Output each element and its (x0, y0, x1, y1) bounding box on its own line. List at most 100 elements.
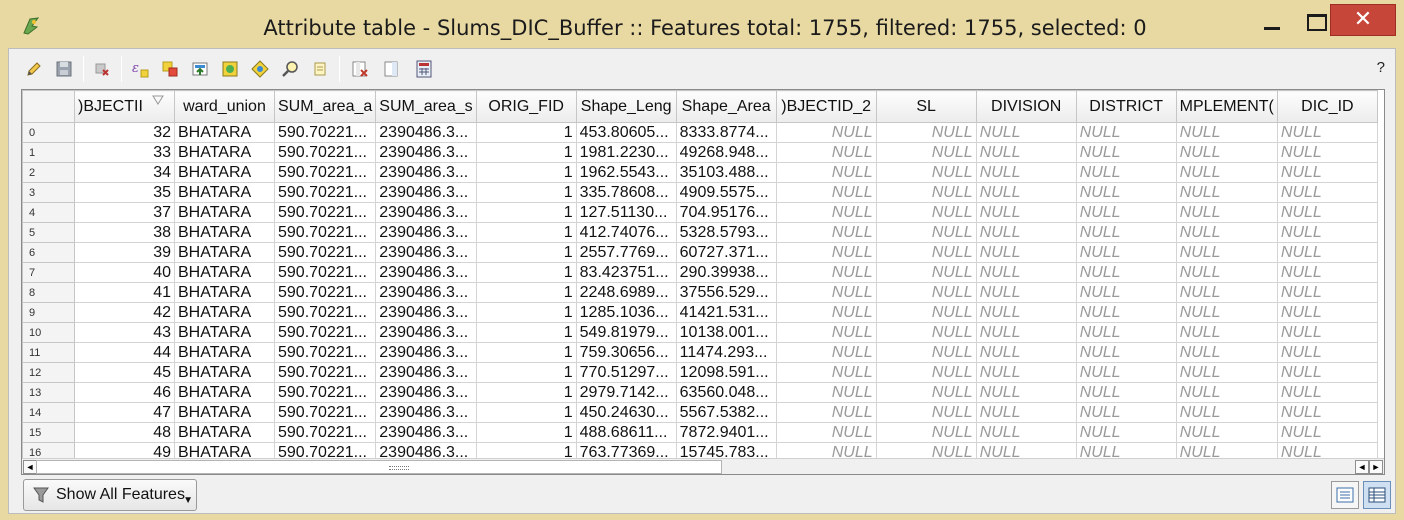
cell-sum-area-a[interactable]: 590.70221... (273, 202, 377, 223)
cell-dic-id[interactable]: NULL (1276, 262, 1378, 283)
row-header[interactable]: 6 (22, 242, 75, 263)
cell-implemento[interactable]: NULL (1175, 142, 1278, 163)
cell-sum-area-s[interactable]: 2390486.3... (375, 282, 477, 303)
cell-shape-area[interactable]: 12098.591... (675, 362, 777, 383)
cell-dic-id[interactable]: NULL (1276, 362, 1378, 383)
cell-sum-area-s[interactable]: 2390486.3... (375, 402, 477, 423)
cell-dic-id[interactable]: NULL (1276, 402, 1378, 423)
table-row[interactable]: 14 47 BHATARA 590.70221... 2390486.3... 1 450.… (22, 402, 1378, 423)
cell-orig-fid[interactable]: 1 (475, 282, 577, 303)
zoom-to-selection-icon[interactable] (279, 58, 301, 80)
cell-sl[interactable]: NULL (875, 322, 977, 343)
cell-sum-area-s[interactable]: 2390486.3... (375, 182, 477, 203)
cell-district[interactable]: NULL (1075, 122, 1177, 143)
cell-implemento[interactable]: NULL (1175, 422, 1278, 443)
cell-objectid-2[interactable]: NULL (775, 242, 877, 263)
cell-implemento[interactable]: NULL (1175, 342, 1278, 363)
table-row[interactable]: 13 46 BHATARA 590.70221... 2390486.3... 1 2979… (22, 382, 1378, 403)
cell-division[interactable]: NULL (975, 362, 1077, 383)
cell-implemento[interactable]: NULL (1175, 122, 1278, 143)
row-header[interactable]: 9 (22, 302, 75, 323)
save-icon[interactable] (53, 58, 75, 80)
cell-sum-area-s[interactable]: 2390486.3... (375, 122, 477, 143)
cell-ward-union[interactable]: BHATARA (174, 362, 275, 383)
horizontal-scrollbar[interactable]: ◄ ◄ ► (22, 458, 1384, 474)
cell-implemento[interactable]: NULL (1175, 182, 1278, 203)
cell-sl[interactable]: NULL (875, 342, 977, 363)
cell-shape-area[interactable]: 5328.5793... (675, 222, 777, 243)
cell-objectid-2[interactable]: NULL (775, 222, 877, 243)
cell-shape-area[interactable]: 704.95176... (675, 202, 777, 223)
cell-implemento[interactable]: NULL (1175, 322, 1278, 343)
cell-ward-union[interactable]: BHATARA (174, 262, 275, 283)
column-header-shape-leng[interactable]: Shape_Leng (575, 90, 677, 123)
table-row[interactable]: 9 42 BHATARA 590.70221... 2390486.3... 1 1285.… (22, 302, 1378, 323)
cell-shape-area[interactable]: 4909.5575... (675, 182, 777, 203)
show-all-features-button[interactable]: Show All Features ▼ (23, 479, 197, 511)
cell-division[interactable]: NULL (975, 382, 1077, 403)
cell-objectid[interactable]: 42 (74, 302, 175, 323)
field-calculator-icon[interactable] (413, 58, 435, 80)
cell-objectid-2[interactable]: NULL (775, 202, 877, 223)
row-header[interactable]: 5 (22, 222, 75, 243)
cell-objectid-2[interactable]: NULL (775, 122, 877, 143)
row-header[interactable]: 8 (22, 282, 75, 303)
cell-objectid-2[interactable]: NULL (775, 382, 877, 403)
cell-sl[interactable]: NULL (875, 242, 977, 263)
cell-shape-leng[interactable]: 1981.2230... (575, 142, 677, 163)
cell-dic-id[interactable]: NULL (1276, 162, 1378, 183)
cell-ward-union[interactable]: BHATARA (174, 202, 275, 223)
cell-orig-fid[interactable]: 1 (475, 162, 577, 183)
cell-orig-fid[interactable]: 1 (475, 422, 577, 443)
cell-sum-area-s[interactable]: 2390486.3... (375, 162, 477, 183)
cell-sum-area-a[interactable]: 590.70221... (273, 402, 377, 423)
row-header[interactable]: 3 (22, 182, 75, 203)
cell-sl[interactable]: NULL (875, 202, 977, 223)
cell-shape-leng[interactable]: 2248.6989... (575, 282, 677, 303)
cell-orig-fid[interactable]: 1 (475, 222, 577, 243)
cell-division[interactable]: NULL (975, 162, 1077, 183)
column-header-shape-area[interactable]: Shape_Area (675, 90, 777, 123)
table-row[interactable]: 1 33 BHATARA 590.70221... 2390486.3... 1 1981.… (22, 142, 1378, 163)
cell-sl[interactable]: NULL (875, 422, 977, 443)
column-header-sum-area-s[interactable]: SUM_area_s (375, 90, 477, 123)
cell-district[interactable]: NULL (1075, 362, 1177, 383)
table-row[interactable]: 10 43 BHATARA 590.70221... 2390486.3... 1 549.… (22, 322, 1378, 343)
table-row[interactable]: 4 37 BHATARA 590.70221... 2390486.3... 1 127.5… (22, 202, 1378, 223)
cell-ward-union[interactable]: BHATARA (174, 302, 275, 323)
column-header-objectid[interactable]: )BJECTII (74, 90, 175, 123)
cell-division[interactable]: NULL (975, 422, 1077, 443)
cell-sum-area-s[interactable]: 2390486.3... (375, 202, 477, 223)
cell-district[interactable]: NULL (1075, 282, 1177, 303)
cell-district[interactable]: NULL (1075, 302, 1177, 323)
cell-ward-union[interactable]: BHATARA (174, 142, 275, 163)
cell-sum-area-s[interactable]: 2390486.3... (375, 422, 477, 443)
cell-shape-area[interactable]: 35103.488... (675, 162, 777, 183)
row-header[interactable]: 11 (22, 342, 75, 363)
cell-dic-id[interactable]: NULL (1276, 222, 1378, 243)
cell-objectid-2[interactable]: NULL (775, 162, 877, 183)
cell-shape-leng[interactable]: 453.80605... (575, 122, 677, 143)
cell-shape-leng[interactable]: 549.81979... (575, 322, 677, 343)
table-view-button[interactable] (1363, 481, 1391, 509)
cell-objectid[interactable]: 39 (74, 242, 175, 263)
attribute-table[interactable]: )BJECTII ward_union SUM_area_a SUM_area_… (21, 89, 1385, 475)
cell-objectid-2[interactable]: NULL (775, 142, 877, 163)
cell-shape-leng[interactable]: 2979.7142... (575, 382, 677, 403)
cell-implemento[interactable]: NULL (1175, 222, 1278, 243)
row-header[interactable]: 7 (22, 262, 75, 283)
cell-district[interactable]: NULL (1075, 182, 1177, 203)
cell-objectid[interactable]: 40 (74, 262, 175, 283)
column-header-ward-union[interactable]: ward_union (174, 90, 275, 123)
cell-dic-id[interactable]: NULL (1276, 322, 1378, 343)
cell-objectid[interactable]: 41 (74, 282, 175, 303)
cell-sl[interactable]: NULL (875, 222, 977, 243)
row-header[interactable]: 10 (22, 322, 75, 343)
deselect-icon[interactable] (219, 58, 241, 80)
cell-district[interactable]: NULL (1075, 162, 1177, 183)
cell-shape-leng[interactable]: 450.24630... (575, 402, 677, 423)
table-row[interactable]: 3 35 BHATARA 590.70221... 2390486.3... 1 335.7… (22, 182, 1378, 203)
cell-sum-area-a[interactable]: 590.70221... (273, 422, 377, 443)
cell-district[interactable]: NULL (1075, 222, 1177, 243)
cell-sum-area-a[interactable]: 590.70221... (273, 262, 377, 283)
